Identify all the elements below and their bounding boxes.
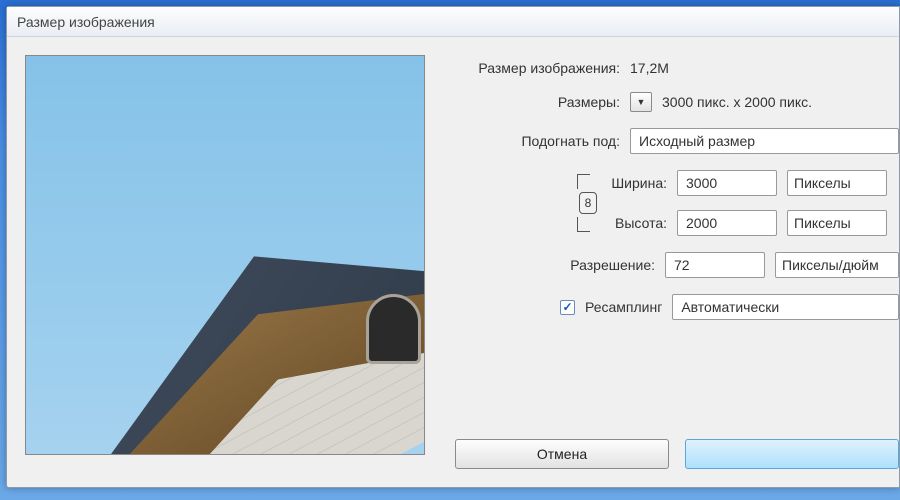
- image-size-value: 17,2M: [630, 60, 669, 76]
- resolution-label: Разрешение:: [455, 257, 655, 273]
- resample-label: Ресамплинг: [585, 299, 662, 315]
- constrain-link-block: 8 Ширина: 3000 Пикселы: [575, 170, 887, 236]
- row-fit-to: Подогнать под: Исходный размер: [455, 128, 899, 154]
- check-icon: ✓: [562, 300, 572, 314]
- form-panel: Размер изображения: 17,2M Размеры: ▼ 300…: [455, 55, 899, 469]
- resample-checkbox[interactable]: ✓: [560, 300, 575, 315]
- row-resample: ✓ Ресамплинг Автоматически: [455, 294, 899, 320]
- row-resolution: Разрешение: 72 Пикселы/дюйм: [455, 252, 899, 278]
- dimensions-label: Размеры:: [455, 94, 620, 110]
- height-unit-select[interactable]: Пикселы: [787, 210, 887, 236]
- row-height: Высота: 2000 Пикселы: [601, 210, 887, 236]
- width-unit-value: Пикселы: [794, 175, 851, 191]
- resolution-input[interactable]: 72: [665, 252, 765, 278]
- ok-button[interactable]: [685, 439, 899, 469]
- dialog-titlebar[interactable]: Размер изображения: [7, 7, 899, 37]
- width-input[interactable]: 3000: [677, 170, 777, 196]
- dimensions-value: 3000 пикс. x 2000 пикс.: [662, 94, 812, 110]
- dialog-title: Размер изображения: [17, 14, 155, 30]
- resample-method-select[interactable]: Автоматически: [672, 294, 899, 320]
- chevron-down-icon: ▼: [637, 97, 646, 107]
- height-input[interactable]: 2000: [677, 210, 777, 236]
- width-label: Ширина:: [601, 175, 667, 191]
- dim-column: Ширина: 3000 Пикселы Высота: 2000: [601, 170, 887, 236]
- image-size-label: Размер изображения:: [455, 60, 620, 76]
- height-label: Высота:: [601, 215, 667, 231]
- row-dimensions: Размеры: ▼ 3000 пикс. x 2000 пикс.: [455, 92, 899, 112]
- fit-to-select[interactable]: Исходный размер: [630, 128, 899, 154]
- constrain-proportions-icon[interactable]: 8: [579, 192, 597, 214]
- image-preview[interactable]: [25, 55, 425, 455]
- height-value: 2000: [686, 215, 717, 231]
- fit-to-value: Исходный размер: [639, 133, 755, 149]
- resolution-unit-value: Пикселы/дюйм: [782, 257, 879, 273]
- width-unit-select[interactable]: Пикселы: [787, 170, 887, 196]
- row-width-height: 8 Ширина: 3000 Пикселы: [455, 170, 899, 236]
- dialog-footer: Отмена: [455, 439, 899, 469]
- dialog-content: Размер изображения: 17,2M Размеры: ▼ 300…: [7, 37, 899, 487]
- cancel-button[interactable]: Отмена: [455, 439, 669, 469]
- dimensions-unit-dropdown[interactable]: ▼: [630, 92, 652, 112]
- link-icon: 8: [585, 196, 592, 210]
- link-bracket: 8: [575, 170, 601, 236]
- width-value: 3000: [686, 175, 717, 191]
- cancel-button-label: Отмена: [537, 446, 587, 462]
- resolution-value: 72: [674, 257, 690, 273]
- preview-window: [366, 294, 421, 364]
- resolution-unit-select[interactable]: Пикселы/дюйм: [775, 252, 899, 278]
- resample-method-value: Автоматически: [681, 299, 779, 315]
- row-width: Ширина: 3000 Пикселы: [601, 170, 887, 196]
- height-unit-value: Пикселы: [794, 215, 851, 231]
- row-image-size: Размер изображения: 17,2M: [455, 60, 899, 76]
- image-size-dialog: Размер изображения Размер изображения: 1…: [6, 6, 900, 488]
- fit-to-label: Подогнать под:: [455, 133, 620, 149]
